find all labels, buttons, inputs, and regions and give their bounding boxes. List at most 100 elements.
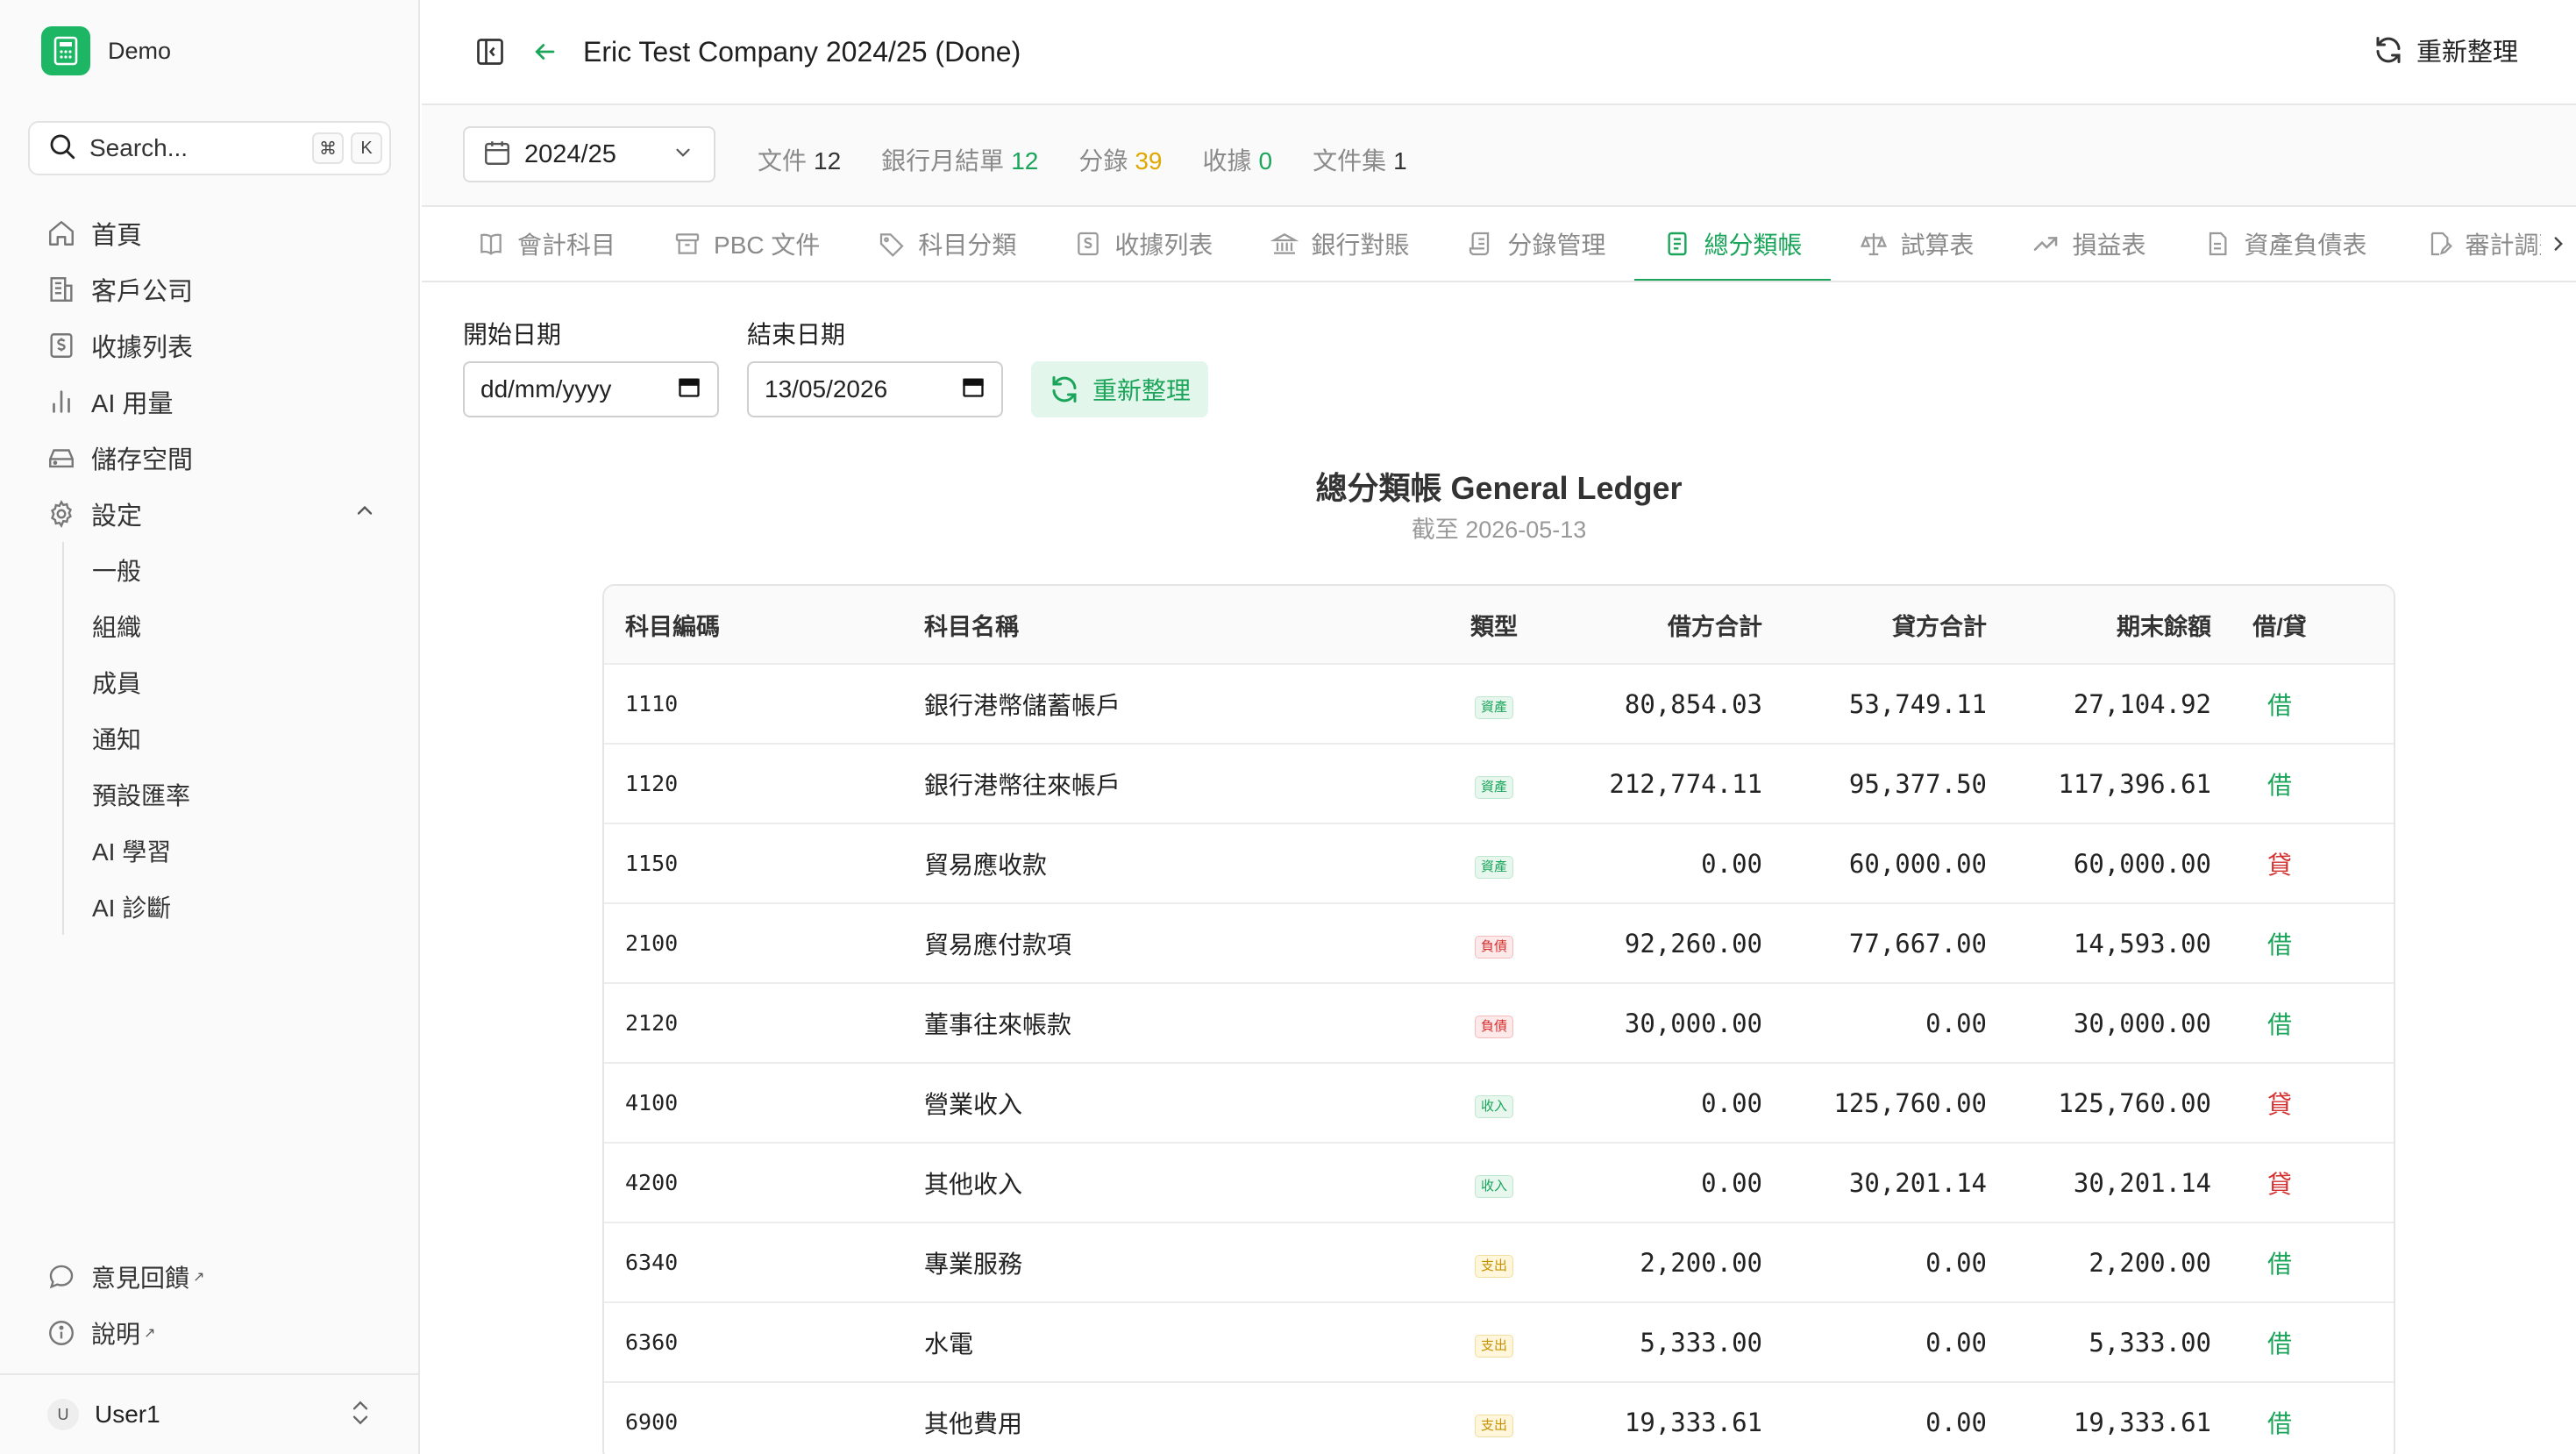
- stat-receipts[interactable]: 收據 0: [1203, 142, 1273, 177]
- table-row[interactable]: 4100 營業收入 收入 0.00 125,760.00 125,760.00 貸: [604, 1062, 2394, 1142]
- search-input[interactable]: Search... ⌘ K: [28, 121, 391, 175]
- brand[interactable]: Demo: [41, 26, 171, 75]
- refresh-button[interactable]: 重新整理: [2373, 32, 2518, 68]
- subnav-item-ai-learning[interactable]: AI 學習: [92, 823, 190, 879]
- subnav-item-exchange-rate[interactable]: 預設匯率: [92, 766, 190, 823]
- tab-balance-sheet[interactable]: 資產負債表: [2174, 207, 2395, 281]
- main-content: Eric Test Company 2024/25 (Done) 重新整理 20…: [422, 0, 2576, 1454]
- table-row[interactable]: 1120 銀行港幣往來帳戶 資產 212,774.11 95,377.50 117,396…: [604, 743, 2394, 823]
- calendar-icon[interactable]: [961, 374, 986, 405]
- sidebar-item-storage[interactable]: 儲存空間: [46, 430, 396, 486]
- subnav-item-ai-diagnosis[interactable]: AI 診斷: [92, 879, 190, 935]
- stat-bank-statements[interactable]: 銀行月結單 12: [881, 142, 1038, 177]
- tab-chart-of-accounts[interactable]: 會計科目: [448, 207, 644, 281]
- subnav-item-general[interactable]: 一般: [92, 542, 190, 598]
- table-row[interactable]: 2120 董事往來帳款 負債 30,000.00 0.00 30,000.00 借: [604, 982, 2394, 1062]
- sidebar-item-label: 首頁: [91, 222, 143, 250]
- archive-icon: [673, 230, 701, 258]
- debit-credit-indicator: 借: [2266, 1010, 2292, 1038]
- subnav-item-notifications[interactable]: 通知: [92, 710, 190, 766]
- tab-income-statement[interactable]: 損益表: [2003, 207, 2174, 281]
- sidebar-item-ai-usage[interactable]: AI 用量: [46, 374, 396, 430]
- tab-pbc-documents[interactable]: PBC 文件: [644, 207, 849, 281]
- col-header-credit[interactable]: 貸方合計: [1762, 608, 1987, 642]
- kbd-command: ⌘: [312, 132, 344, 164]
- tab-journal-entries[interactable]: 分錄管理: [1438, 207, 1634, 281]
- chevron-right-icon[interactable]: [2541, 207, 2576, 281]
- search-placeholder: Search...: [89, 134, 189, 161]
- ledger-refresh-button[interactable]: 重新整理: [1031, 361, 1209, 417]
- ending-balance: 30,000.00: [2073, 1008, 2211, 1038]
- sidebar-item-home[interactable]: 首頁: [46, 205, 396, 261]
- col-header-dc[interactable]: 借/貸: [2211, 608, 2348, 642]
- table-row[interactable]: 4200 其他收入 收入 0.00 30,201.14 30,201.14 貸: [604, 1142, 2394, 1222]
- external-link-icon: ↗: [193, 1270, 205, 1285]
- fiscal-year-select[interactable]: 2024/25: [463, 126, 715, 182]
- table-row[interactable]: 6340 專業服務 支出 2,200.00 0.00 2,200.00 借: [604, 1222, 2394, 1301]
- receipt-icon: [1074, 230, 1102, 258]
- tab-trial-balance[interactable]: 試算表: [1831, 207, 2003, 281]
- feedback-link[interactable]: 意見回饋 ↗: [46, 1249, 204, 1305]
- ending-balance: 27,104.92: [2073, 688, 2211, 719]
- account-type-badge: 收入: [1474, 1174, 1513, 1198]
- sidebar-nav: 首頁 客戶公司 收據列表 AI 用量 儲存空間 設定: [46, 205, 396, 542]
- tab-general-ledger[interactable]: 總分類帳: [1634, 207, 1832, 281]
- start-date-input[interactable]: dd/mm/yyyy: [463, 361, 719, 417]
- user-name: User1: [95, 1401, 160, 1428]
- start-date-value: dd/mm/yyyy: [480, 375, 612, 403]
- sidebar-toggle-icon[interactable]: [473, 34, 508, 69]
- avatar: U: [47, 1399, 79, 1430]
- calendar-icon[interactable]: [677, 374, 701, 405]
- account-name: 營業收入: [924, 1090, 1023, 1118]
- subnav-item-organization[interactable]: 組織: [92, 598, 190, 654]
- account-type-badge: 資產: [1474, 775, 1513, 799]
- external-link-icon: ↗: [144, 1326, 156, 1341]
- account-type-badge: 收入: [1474, 1094, 1513, 1118]
- stat-document-sets[interactable]: 文件集 1: [1313, 142, 1407, 177]
- tab-receipt-list[interactable]: 收據列表: [1045, 207, 1242, 281]
- account-code: 2100: [625, 930, 679, 956]
- account-type-cell: 負債: [1450, 929, 1538, 959]
- start-date-label: 開始日期: [463, 321, 562, 348]
- subnav-item-members[interactable]: 成員: [92, 654, 190, 710]
- col-header-code[interactable]: 科目編碼: [604, 608, 924, 642]
- debit-credit-indicator: 貸: [2266, 1090, 2292, 1118]
- sidebar-item-label: 客戶公司: [91, 278, 194, 306]
- col-header-name[interactable]: 科目名稱: [924, 608, 1450, 642]
- ledger-icon: [1663, 230, 1691, 258]
- table-row[interactable]: 1110 銀行港幣儲蓄帳戶 資產 80,854.03 53,749.11 27,104.9…: [604, 663, 2394, 743]
- stat-documents[interactable]: 文件 12: [758, 142, 841, 177]
- user-menu[interactable]: U User1: [0, 1373, 418, 1454]
- sidebar-item-settings[interactable]: 設定: [46, 486, 396, 542]
- gear-icon: [46, 498, 77, 530]
- end-date-label: 結束日期: [747, 321, 846, 348]
- table-row[interactable]: 6360 水電 支出 5,333.00 0.00 5,333.00 借: [604, 1301, 2394, 1381]
- stat-label: 銀行月結單: [881, 147, 1005, 175]
- col-header-debit[interactable]: 借方合計: [1538, 608, 1762, 642]
- ending-balance: 2,200.00: [2089, 1247, 2211, 1278]
- table-header: 科目編碼 科目名稱 類型 借方合計 貸方合計 期末餘額 借/貸: [604, 586, 2394, 663]
- end-date-input[interactable]: 13/05/2026: [747, 361, 1003, 417]
- credit-total: 30,201.14: [1848, 1167, 1987, 1198]
- sidebar-item-clients[interactable]: 客戶公司: [46, 261, 396, 317]
- tab-label: PBC 文件: [714, 232, 821, 259]
- debit-credit-indicator: 借: [2266, 1409, 2292, 1437]
- back-arrow-icon[interactable]: [527, 34, 562, 69]
- tab-account-classification[interactable]: 科目分類: [849, 207, 1045, 281]
- page-title: Eric Test Company 2024/25 (Done): [583, 35, 1021, 68]
- account-type-cell: 資產: [1450, 849, 1538, 879]
- tab-bank-reconciliation[interactable]: 銀行對賬: [1242, 207, 1438, 281]
- chevron-up-icon[interactable]: [352, 498, 377, 530]
- stat-value: 1: [1393, 147, 1407, 175]
- stat-entries[interactable]: 分錄 39: [1078, 142, 1162, 177]
- stat-value: 12: [1011, 147, 1039, 175]
- table-row[interactable]: 2100 貿易應付款項 負債 92,260.00 77,667.00 14,593.00 借: [604, 902, 2394, 982]
- module-tabs: 會計科目 PBC 文件 科目分類 收據列表 銀行對賬 分錄管理 總分類帳 試算表…: [422, 207, 2576, 282]
- sidebar-item-receipts[interactable]: 收據列表: [46, 317, 396, 374]
- table-row[interactable]: 6900 其他費用 支出 19,333.61 0.00 19,333.61 借: [604, 1381, 2394, 1454]
- col-header-balance[interactable]: 期末餘額: [1987, 608, 2211, 642]
- table-row[interactable]: 1150 貿易應收款 資產 0.00 60,000.00 60,000.00 貸: [604, 823, 2394, 902]
- help-link[interactable]: 說明 ↗: [46, 1305, 204, 1361]
- storage-icon: [46, 442, 77, 474]
- col-header-type[interactable]: 類型: [1450, 608, 1538, 642]
